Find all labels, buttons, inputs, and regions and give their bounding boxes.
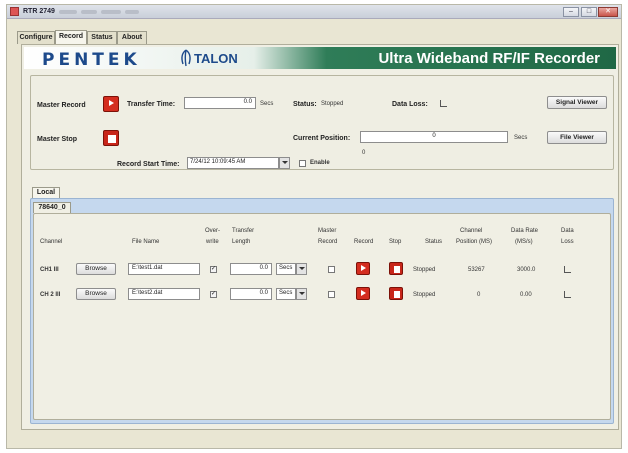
- channel-table: Channel File Name Over- write Transfer L…: [33, 213, 611, 420]
- channel-status: Stopped: [413, 267, 436, 273]
- current-position-field: 0: [360, 131, 508, 143]
- minimize-button[interactable]: –: [563, 7, 579, 17]
- channel-status: Stopped: [413, 292, 436, 298]
- transfer-length-input[interactable]: 0.0: [230, 288, 272, 300]
- position-min: 0: [362, 150, 366, 156]
- stop-button[interactable]: [389, 287, 403, 300]
- tab-board[interactable]: 78640_0: [33, 202, 71, 213]
- col-master-2: Record: [318, 239, 338, 245]
- col-position-2: Position (MS): [456, 239, 493, 245]
- col-transfer-2: Length: [232, 239, 251, 245]
- chevron-down-icon[interactable]: [279, 157, 290, 169]
- col-stop: Stop: [389, 239, 402, 245]
- unit-select[interactable]: Secs: [276, 288, 296, 300]
- local-panel: 78640_0 Channel File Name Over- write Tr…: [30, 198, 614, 424]
- pentek-logo: PENTEK: [42, 50, 141, 70]
- channel-position: 0: [477, 292, 481, 298]
- master-stop-button[interactable]: [103, 130, 119, 146]
- menu-blur: [101, 10, 121, 14]
- menu-blur: [59, 10, 77, 14]
- record-start-time-select[interactable]: 7/24/12 10:09:45 AM: [187, 157, 279, 169]
- product-title: Ultra Wideband RF/IF Recorder: [378, 50, 600, 67]
- channel-name: CH 2 III: [40, 292, 61, 298]
- transfer-length-input[interactable]: 0.0: [230, 263, 272, 275]
- position-unit: Secs: [514, 135, 528, 141]
- data-loss-indicator: [564, 291, 571, 298]
- transfer-time-unit: Secs: [260, 101, 274, 107]
- file-name-input[interactable]: E:\test2.dat: [128, 288, 200, 300]
- current-position-label: Current Position:: [293, 135, 351, 142]
- banner: PENTEK TALON Ultra Wideband RF/IF Record…: [24, 47, 616, 70]
- browse-button[interactable]: Browse: [76, 263, 116, 275]
- tab-local[interactable]: Local: [32, 187, 60, 198]
- col-loss-1: Data: [561, 228, 574, 234]
- tab-configure[interactable]: Configure: [17, 31, 55, 44]
- transfer-time-input[interactable]: 0.0: [184, 97, 256, 109]
- tab-status[interactable]: Status: [87, 31, 117, 44]
- master-record-label: Master Record: [37, 102, 86, 109]
- menu-blur: [81, 10, 97, 14]
- chevron-down-icon[interactable]: [296, 263, 307, 275]
- col-rate-2: (MS/s): [515, 239, 533, 245]
- stop-button[interactable]: [389, 262, 403, 275]
- app-icon: [10, 7, 19, 16]
- col-master-1: Master: [318, 228, 337, 234]
- tab-record[interactable]: Record: [55, 30, 87, 44]
- col-channel: Channel: [40, 239, 63, 245]
- menu-blur: [125, 10, 139, 14]
- maximize-button[interactable]: □: [581, 7, 597, 17]
- unit-select[interactable]: Secs: [276, 263, 296, 275]
- record-page: PENTEK TALON Ultra Wideband RF/IF Record…: [21, 44, 619, 430]
- record-start-time-label: Record Start Time:: [117, 161, 180, 168]
- record-button[interactable]: [356, 287, 370, 300]
- status-value: Stopped: [321, 101, 344, 107]
- col-position-1: Channel: [460, 228, 483, 234]
- file-viewer-button[interactable]: File Viewer: [547, 131, 607, 144]
- browse-button[interactable]: Browse: [76, 288, 116, 300]
- title-bar: RTR 2749 – □ ✕: [7, 5, 621, 19]
- col-loss-2: Loss: [561, 239, 574, 245]
- talon-logo: TALON: [194, 51, 238, 66]
- col-status: Status: [425, 239, 443, 245]
- transfer-time-label: Transfer Time:: [127, 101, 176, 108]
- close-button[interactable]: ✕: [598, 7, 618, 17]
- data-loss-indicator: [564, 266, 571, 273]
- status-label: Status:: [293, 101, 317, 108]
- col-overwrite-2: write: [206, 239, 219, 245]
- record-button[interactable]: [356, 262, 370, 275]
- tab-about[interactable]: About: [117, 31, 147, 44]
- master-record-checkbox[interactable]: [328, 291, 335, 298]
- app-window: RTR 2749 – □ ✕ Configure Record Status A…: [6, 4, 622, 449]
- overwrite-checkbox[interactable]: ✓: [210, 266, 217, 273]
- col-overwrite-1: Over-: [205, 228, 220, 234]
- master-stop-label: Master Stop: [37, 136, 78, 143]
- enable-checkbox[interactable]: [299, 160, 306, 167]
- master-control-panel: Master Record Transfer Time: 0.0 Secs St…: [30, 75, 614, 170]
- file-name-input[interactable]: E:\test1.dat: [128, 263, 200, 275]
- col-file-name: File Name: [132, 239, 160, 245]
- col-record: Record: [354, 239, 374, 245]
- master-record-button[interactable]: [103, 96, 119, 112]
- col-rate-1: Data Rate: [511, 228, 539, 234]
- data-rate: 0.00: [520, 292, 532, 298]
- signal-viewer-button[interactable]: Signal Viewer: [547, 96, 607, 109]
- col-transfer-1: Transfer: [232, 228, 255, 234]
- data-loss-indicator: [440, 100, 447, 107]
- overwrite-checkbox[interactable]: ✓: [210, 291, 217, 298]
- channel-position: 53267: [468, 267, 485, 273]
- data-loss-label: Data Loss:: [392, 101, 428, 108]
- master-record-checkbox[interactable]: [328, 266, 335, 273]
- channel-name: CH1 III: [40, 267, 59, 273]
- enable-label: Enable: [310, 160, 330, 166]
- data-rate: 3000.0: [517, 267, 536, 273]
- window-title: RTR 2749: [23, 8, 55, 15]
- chevron-down-icon[interactable]: [296, 288, 307, 300]
- talon-logo-icon: [181, 49, 191, 67]
